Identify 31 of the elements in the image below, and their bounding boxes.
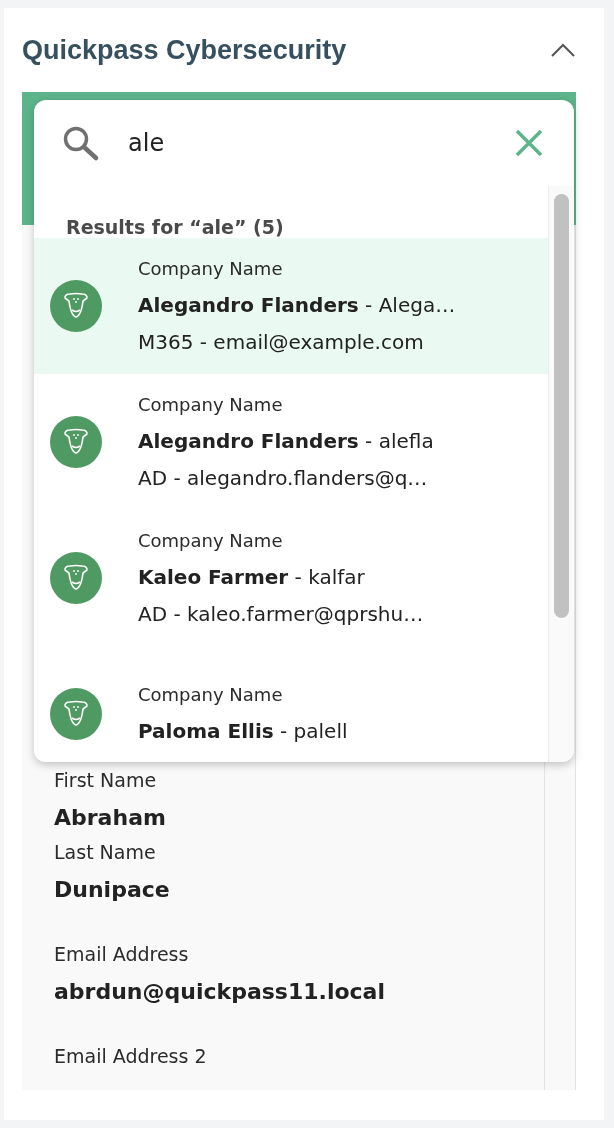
company-name: Company Name <box>138 683 284 707</box>
company-name: Company Name <box>138 393 284 417</box>
field-value: abrdun@quickpass11.local <box>54 978 386 1006</box>
scrollbar[interactable] <box>548 186 574 762</box>
field-label: First Name <box>54 768 158 793</box>
result-item[interactable]: Company Name Paloma Ellis - palell <box>34 646 548 762</box>
chevron-up-icon[interactable] <box>550 42 576 58</box>
account-detail: AD - kaleo.farmer@qprshu… <box>138 601 424 628</box>
field-label: Last Name <box>54 840 157 865</box>
search-field[interactable]: ale <box>128 125 486 161</box>
field-value: Abraham <box>54 804 167 832</box>
company-name: Company Name <box>138 529 284 553</box>
cat-face-icon <box>50 688 102 740</box>
search-icon <box>62 125 100 161</box>
cat-face-icon <box>50 280 102 332</box>
results-count: Results for “ale” (5) <box>65 215 285 238</box>
company-name: Company Name <box>138 257 284 281</box>
result-item[interactable]: Company Name Alegandro Flanders - Alega… M365 - email@example.com <box>34 238 548 374</box>
field-label: Email Address <box>54 942 190 967</box>
user-name: Alegandro Flanders - Alega… <box>138 292 456 319</box>
cat-face-icon <box>50 552 102 604</box>
user-name: Paloma Ellis - palell <box>138 718 348 745</box>
user-name: Alegandro Flanders - alefla <box>138 428 434 455</box>
section-title: Quickpass Cybersecurity <box>22 34 347 66</box>
clear-button[interactable] <box>514 128 544 158</box>
account-detail: M365 - email@example.com <box>138 329 425 356</box>
cat-face-icon <box>50 416 102 468</box>
account-detail: AD - alegandro.flanders@q… <box>138 465 429 492</box>
field-value: Dunipace <box>54 876 171 904</box>
user-name: Kaleo Farmer - kalfar <box>138 564 366 591</box>
field-label: Email Address 2 <box>54 1044 208 1069</box>
